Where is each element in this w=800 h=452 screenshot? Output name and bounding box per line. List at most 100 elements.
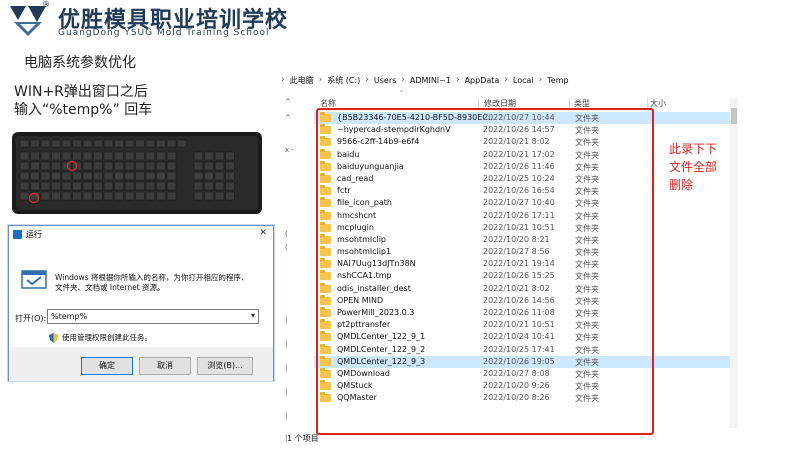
nav-mark: ( [285, 230, 288, 238]
run-dialog: 运行 ✕ Windows 将根据你所输入的名称，为你打开相应的程序、 文件夹、文… [8, 225, 274, 381]
nav-mark: ( [285, 244, 288, 252]
breadcrumb-item[interactable]: ADMINI~1 [410, 76, 451, 85]
chevron-down-icon[interactable]: ▾ [251, 311, 255, 320]
keyboard-key [30, 171, 40, 181]
sort-arrow-icon: ^ [399, 90, 405, 97]
breadcrumb-item[interactable]: 系统 (C:) [327, 75, 360, 86]
open-input[interactable]: %temp% ▾ [47, 309, 259, 324]
run-app-icon [13, 229, 22, 239]
keyboard-key [103, 171, 114, 181]
ok-button[interactable]: 确定 [81, 357, 133, 375]
keyboard-key [225, 151, 235, 161]
keyboard-key [103, 161, 114, 171]
keyboard-key [19, 191, 30, 201]
keyboard-key [204, 151, 214, 161]
nav-pane-edge[interactable]: ^ ^ x - ( ( | | | | | | [281, 94, 297, 449]
keyboard-key [93, 161, 103, 171]
keyboard-key [156, 171, 166, 181]
keyboard-key [145, 151, 156, 161]
chevron-right-icon: › [538, 75, 543, 85]
keyboard-key [145, 181, 156, 191]
keyboard-key [40, 151, 51, 161]
status-bar-count: 1 个项目 [287, 434, 319, 443]
keyboard-key [124, 191, 135, 201]
keyboard-key [124, 151, 135, 161]
keyboard-key [61, 191, 72, 201]
keyboard-key [103, 181, 114, 191]
breadcrumb-item[interactable]: Local [513, 76, 534, 85]
browse-button[interactable]: 浏览(B)... [197, 357, 253, 375]
keyboard-key [135, 191, 145, 201]
instruction-line-1: WIN+R弹出窗口之后 [14, 84, 148, 100]
keyboard-key [51, 151, 61, 161]
instruction-line-2: 输入“%temp%” 回车 [14, 102, 153, 118]
keyboard-key [40, 139, 51, 148]
keyboard-key [114, 139, 124, 148]
keyboard-key [61, 139, 72, 148]
breadcrumb[interactable]: › 此电脑 › 系统 (C:) › Users › ADMINI~1 › App… [281, 70, 758, 90]
keyboard-key [61, 151, 72, 161]
scrollbar-thumb[interactable] [731, 108, 737, 124]
open-label: 打开(O): [15, 314, 47, 323]
open-input-value: %temp% [51, 312, 88, 321]
keyboard-key [225, 171, 235, 181]
keyboard-key [72, 191, 82, 201]
keyboard-key [114, 151, 124, 161]
keyboard-key [166, 191, 177, 201]
keyboard-key [156, 161, 166, 171]
keyboard-key [51, 191, 61, 201]
cancel-button[interactable]: 取消 [139, 357, 191, 375]
keyboard-key [145, 171, 156, 181]
nav-mark: | [285, 316, 288, 324]
keyboard-key [193, 181, 204, 191]
keyboard-key [82, 191, 93, 201]
annotation-line-2: 文件全部 [669, 160, 718, 174]
keyboard-key [145, 161, 156, 171]
annotation-line-1: 此录下下 [669, 142, 718, 156]
breadcrumb-item[interactable]: AppData [465, 76, 500, 85]
keyboard-key [40, 161, 51, 171]
keyboard-key [93, 181, 103, 191]
keyboard-key [225, 191, 235, 201]
breadcrumb-item[interactable]: Users [374, 76, 396, 85]
keyboard-key [204, 181, 214, 191]
keyboard-key [82, 171, 93, 181]
slide-heading: 电脑系统参数优化 [24, 55, 136, 71]
chevron-right-icon: › [455, 75, 460, 85]
keyboard-key [135, 139, 145, 148]
chevron-right-icon: › [401, 75, 405, 85]
keyboard-key [51, 161, 61, 171]
keyboard-key [156, 139, 166, 148]
keyboard-key [156, 151, 166, 161]
run-description-line-1: Windows 将根据你所输入的名称，为你打开相应的程序、 [55, 273, 249, 282]
keyboard-key [114, 191, 124, 201]
annotation-line-3: 删除 [669, 178, 694, 192]
keyboard-key [204, 161, 214, 171]
keyboard-key [156, 181, 166, 191]
run-description: Windows 将根据你所输入的名称，为你打开相应的程序、 文件夹、文档或 In… [55, 273, 267, 293]
keyboard-key [214, 151, 225, 161]
keyboard-key [156, 191, 166, 201]
breadcrumb-item[interactable]: 此电脑 [290, 75, 314, 86]
close-icon[interactable]: ✕ [259, 228, 267, 238]
admin-text: 使用管理权限创建此任务。 [62, 333, 152, 342]
keyboard-key [193, 191, 204, 201]
keyboard-key [19, 171, 30, 181]
keyboard-key [30, 161, 40, 171]
keyboard-key [193, 151, 204, 161]
keyboard-key [225, 161, 235, 171]
keyboard-key [135, 151, 145, 161]
keyboard-key [124, 171, 135, 181]
keyboard-key [114, 171, 124, 181]
run-description-line-2: 文件夹、文档或 Internet 资源。 [55, 283, 165, 292]
vertical-scrollbar[interactable] [730, 98, 738, 428]
keyboard-key [72, 181, 82, 191]
nav-mark: ^ [285, 114, 291, 122]
keyboard-key [72, 171, 82, 181]
keyboard-key [135, 161, 145, 171]
breadcrumb-item[interactable]: Temp [547, 76, 568, 85]
keyboard-key [61, 181, 72, 191]
run-body: Windows 将根据你所输入的名称，为你打开相应的程序、 文件夹、文档或 In… [9, 242, 273, 347]
keyboard-key [30, 181, 40, 191]
keyboard-key [93, 151, 103, 161]
